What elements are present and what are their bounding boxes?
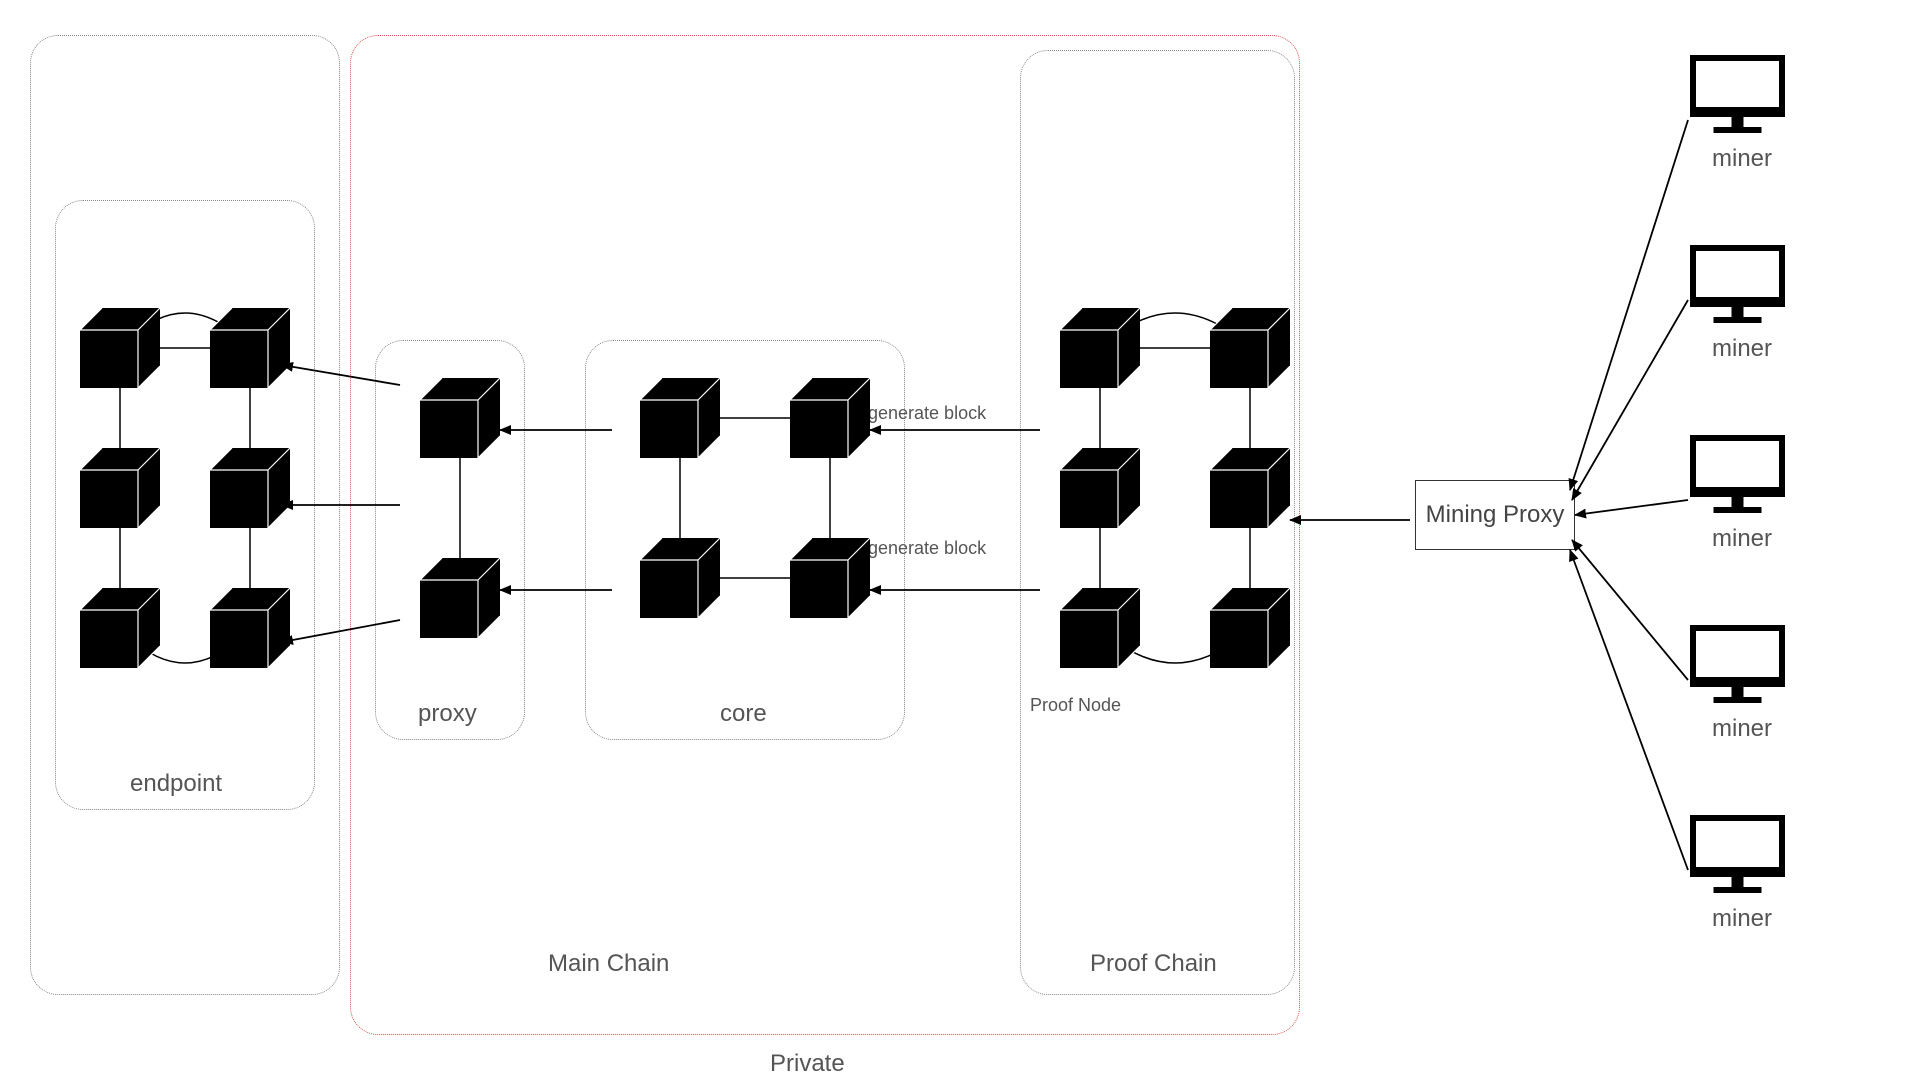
miner-label: miner bbox=[1712, 145, 1772, 173]
arrow-11 bbox=[1572, 540, 1688, 680]
miner-label: miner bbox=[1712, 905, 1772, 933]
proof-chain-label: Proof Chain bbox=[1090, 950, 1217, 978]
proxy-container bbox=[375, 340, 525, 740]
arrow-9 bbox=[1572, 300, 1688, 500]
core-container bbox=[585, 340, 905, 740]
miner-monitor-icon bbox=[1690, 625, 1785, 703]
generate-block-label-2: generate block bbox=[868, 538, 986, 559]
miner-monitor-icon bbox=[1690, 245, 1785, 323]
main-chain-label: Main Chain bbox=[548, 950, 669, 978]
arrow-12 bbox=[1570, 550, 1688, 870]
mining-proxy-box: Mining Proxy bbox=[1415, 480, 1575, 550]
endpoint-container bbox=[55, 200, 315, 810]
proof-node-label: Proof Node bbox=[1030, 695, 1121, 716]
proxy-label: proxy bbox=[418, 700, 477, 728]
generate-block-label-1: generate block bbox=[868, 403, 986, 424]
miner-label: miner bbox=[1712, 335, 1772, 363]
miner-monitor-icon bbox=[1690, 815, 1785, 893]
miner-label: miner bbox=[1712, 715, 1772, 743]
miner-monitor-icon bbox=[1690, 435, 1785, 513]
core-label: core bbox=[720, 700, 767, 728]
arrow-10 bbox=[1575, 500, 1688, 515]
endpoint-label: endpoint bbox=[130, 770, 222, 798]
arrow-8 bbox=[1570, 120, 1688, 490]
private-label: Private bbox=[770, 1050, 845, 1078]
miner-monitor-icon bbox=[1690, 55, 1785, 133]
mining-proxy-label: Mining Proxy bbox=[1426, 501, 1565, 529]
miner-label: miner bbox=[1712, 525, 1772, 553]
proof-chain-container bbox=[1020, 50, 1295, 995]
